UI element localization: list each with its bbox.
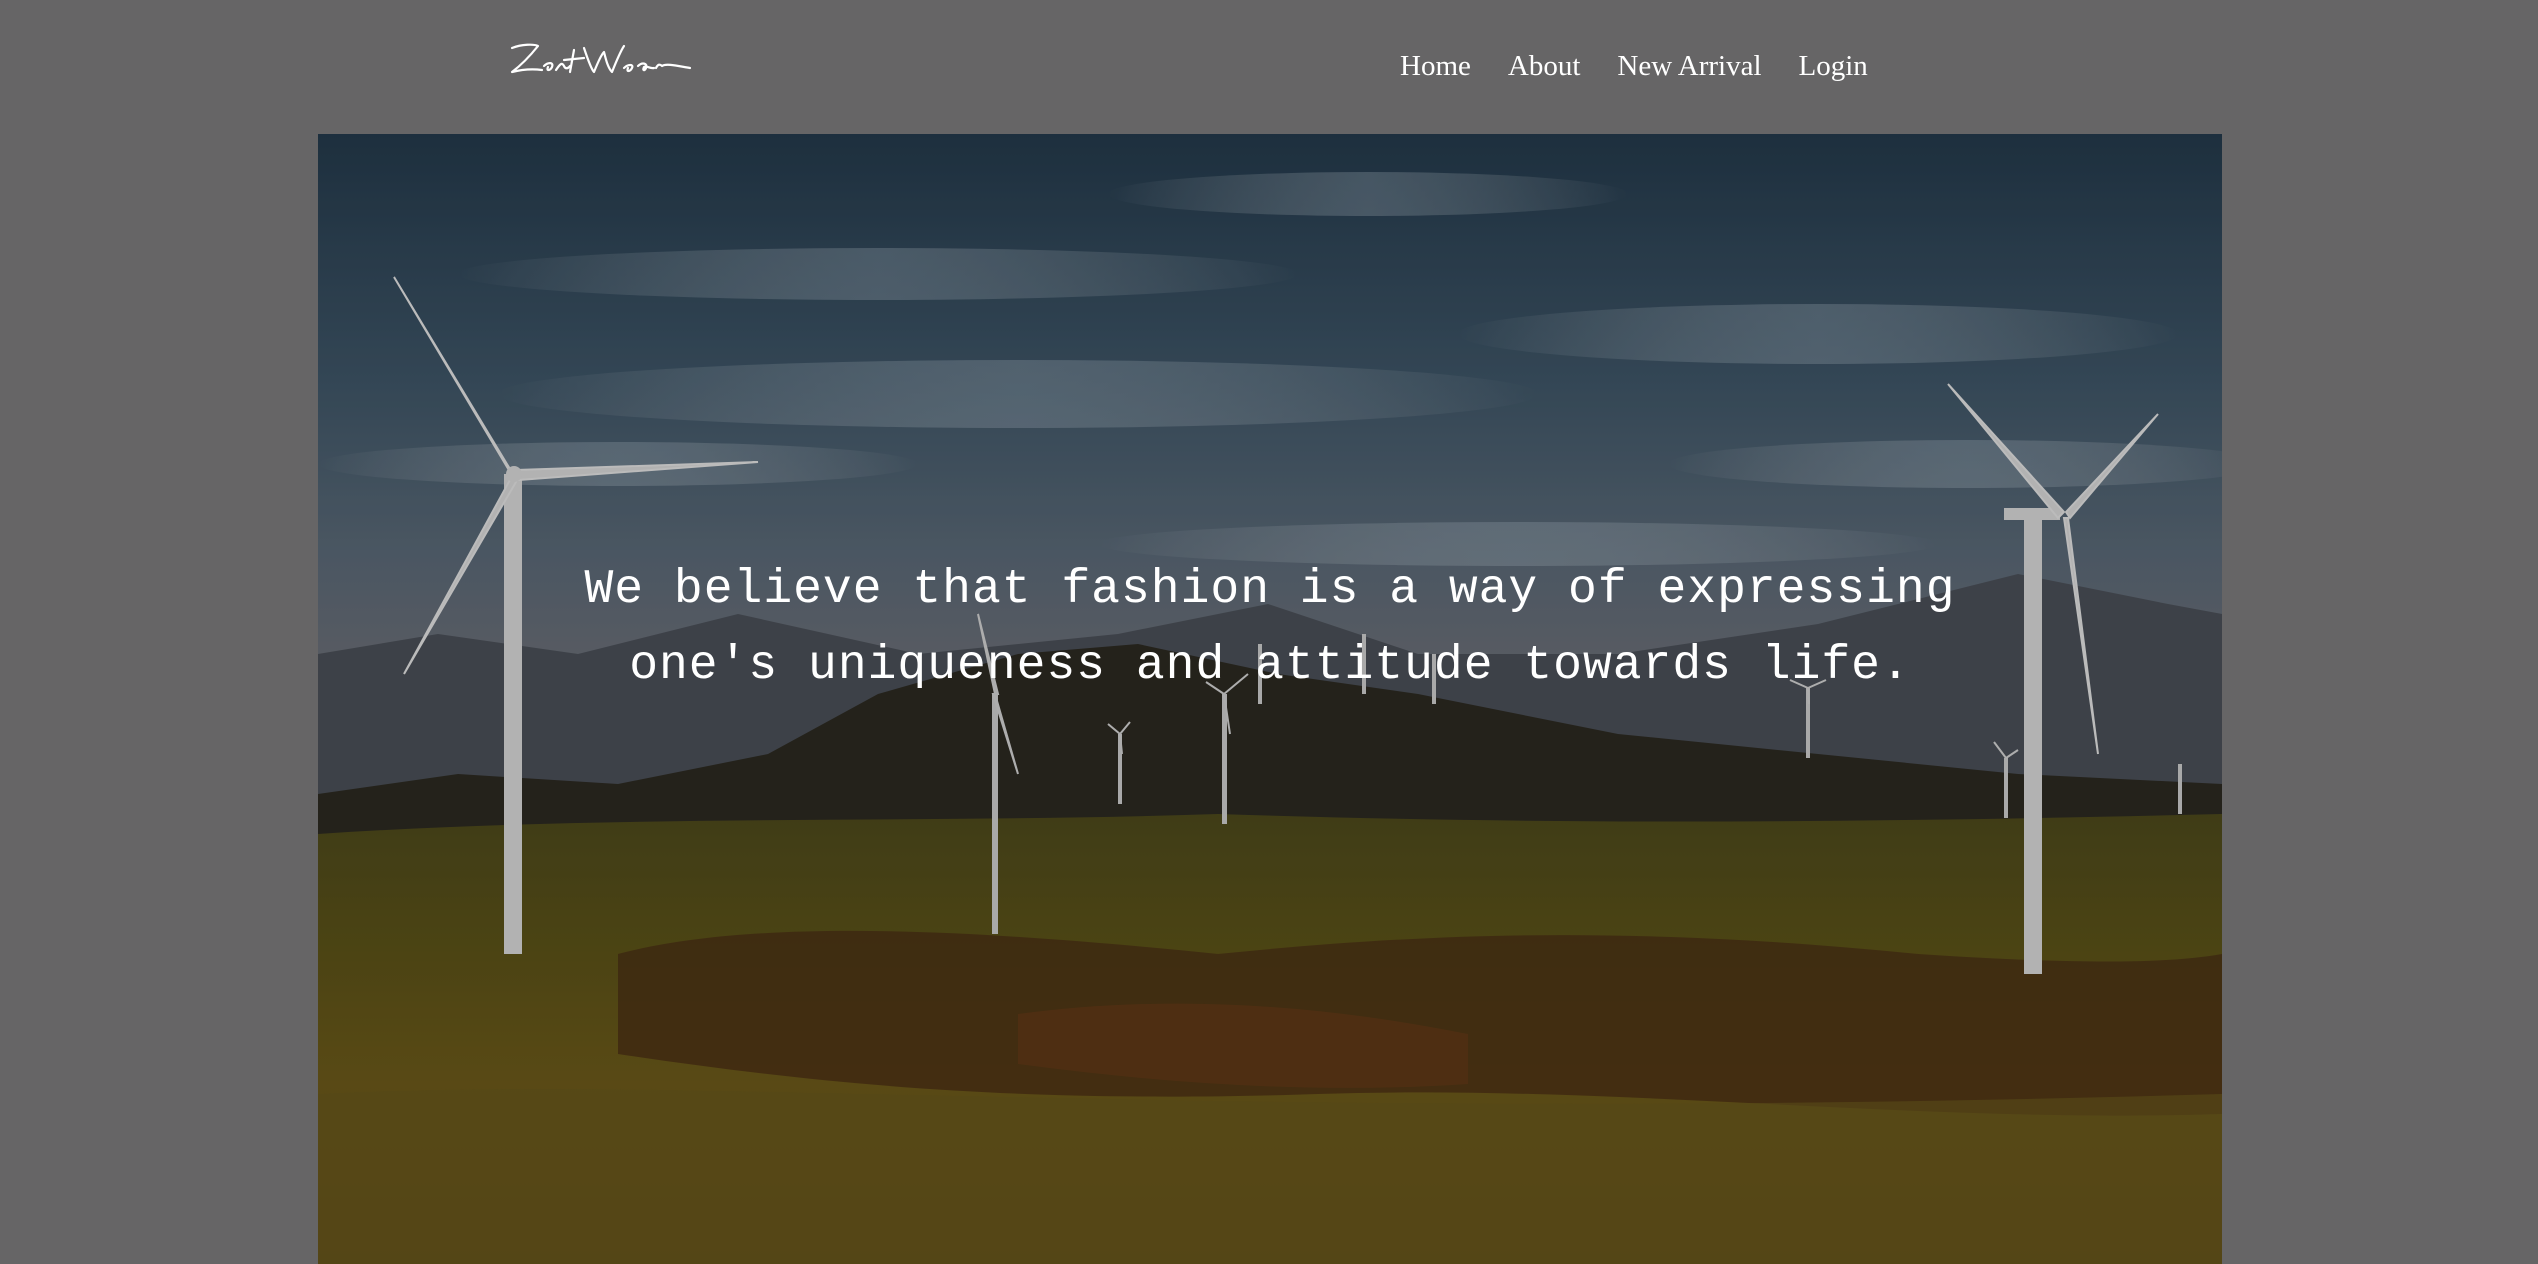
nav-about-link[interactable]: About bbox=[1508, 48, 1581, 84]
logo-signature-icon bbox=[510, 43, 692, 74]
hero-banner: We believe that fashion is a way of expr… bbox=[318, 134, 2222, 1264]
hero-tagline: We believe that fashion is a way of expr… bbox=[584, 563, 1956, 693]
nav-new-arrival-link[interactable]: New Arrival bbox=[1617, 48, 1761, 84]
page: Home About New Arrival Login We believe … bbox=[0, 0, 2538, 1264]
main-nav: Home About New Arrival Login bbox=[1400, 48, 1905, 84]
nav-home-link[interactable]: Home bbox=[1400, 48, 1471, 84]
brand-logo[interactable] bbox=[508, 36, 694, 86]
nav-login-link[interactable]: Login bbox=[1799, 48, 1868, 84]
